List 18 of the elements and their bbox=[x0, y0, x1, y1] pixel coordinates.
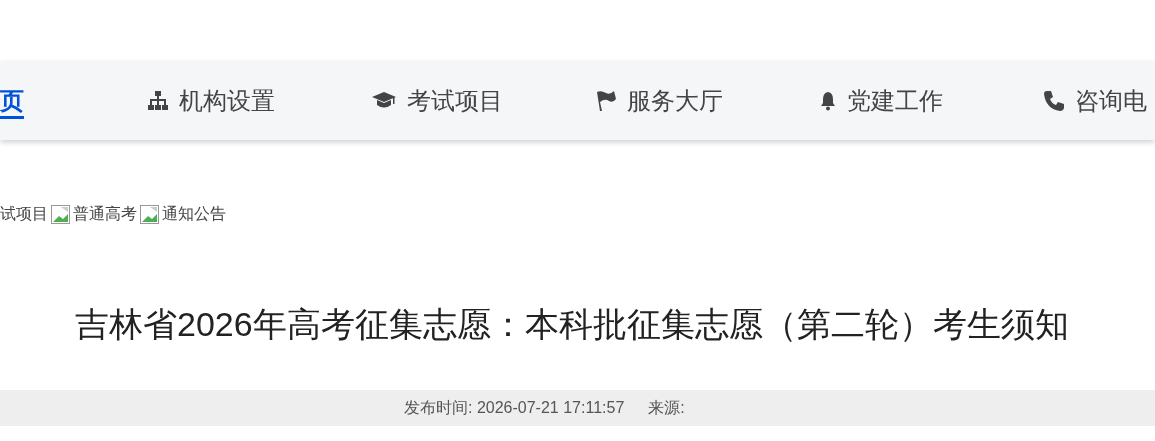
sitemap-icon bbox=[147, 91, 169, 111]
breadcrumb-link[interactable]: 通知公告 bbox=[162, 202, 226, 226]
broken-image-icon bbox=[140, 204, 159, 224]
publish-time: 发布时间: 2026-07-21 17:11:57 bbox=[404, 398, 625, 418]
breadcrumb-link[interactable]: 普通高考 bbox=[73, 202, 137, 226]
nav-item[interactable]: 服务大厅 bbox=[595, 86, 723, 119]
broken-image-icon bbox=[51, 204, 70, 224]
breadcrumb-link[interactable]: 试项目 bbox=[0, 202, 48, 226]
flag-icon bbox=[595, 90, 617, 112]
source-label: 来源: bbox=[648, 398, 685, 418]
nav-item[interactable]: 机构设置 bbox=[147, 86, 275, 119]
nav-item[interactable]: 页 bbox=[0, 86, 24, 119]
nav-item[interactable]: 考试项目 bbox=[371, 86, 503, 119]
bell-icon bbox=[819, 91, 837, 111]
nav-item[interactable]: 咨询电 bbox=[1043, 86, 1147, 119]
article-title: 吉林省2026年高考征集志愿：本科批征集志愿（第二轮）考生须知 bbox=[75, 304, 1069, 345]
nav-item[interactable]: 党建工作 bbox=[819, 86, 943, 119]
phone-icon bbox=[1043, 90, 1065, 112]
